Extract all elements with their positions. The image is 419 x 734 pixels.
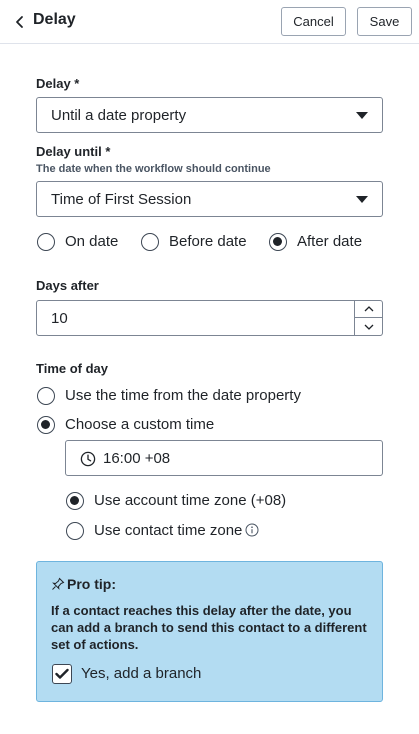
delay-type-select[interactable]: Until a date property	[36, 97, 383, 133]
delay-label: Delay *	[36, 76, 80, 91]
delay-until-description: The date when the workflow should contin…	[36, 163, 271, 175]
radio-contact-timezone[interactable]	[66, 522, 84, 540]
radio-custom-time-label: Choose a custom time	[65, 416, 215, 433]
radio-before-date-label: Before date	[169, 233, 247, 250]
increment-chevron-up-icon[interactable]	[355, 301, 382, 318]
delay-until-value: Time of First Session	[51, 191, 192, 208]
radio-on-date-label: On date	[65, 233, 119, 250]
radio-contact-timezone-row: Use contact time zone	[94, 522, 259, 539]
decrement-chevron-down-icon[interactable]	[355, 318, 382, 335]
caret-down-icon	[356, 112, 368, 119]
save-button[interactable]: Save	[357, 7, 412, 36]
checkmark-icon	[55, 668, 69, 679]
delay-until-select[interactable]: Time of First Session	[36, 181, 383, 217]
clock-icon	[80, 451, 96, 467]
time-of-day-label: Time of day	[36, 361, 109, 376]
days-after-label: Days after	[36, 278, 99, 293]
pro-tip-body: If a contact reaches this delay after th…	[51, 603, 367, 652]
pro-tip-box: Pro tip: If a contact reaches this delay…	[36, 561, 383, 702]
days-stepper	[354, 301, 382, 335]
radio-contact-timezone-label: Use contact time zone	[94, 522, 243, 539]
caret-down-icon	[356, 196, 368, 203]
radio-use-date-property-time[interactable]	[37, 387, 55, 405]
radio-custom-time[interactable]	[37, 416, 55, 434]
radio-before-date[interactable]	[141, 233, 159, 251]
add-branch-label: Yes, add a branch	[81, 665, 202, 682]
panel-header: Delay Cancel Save	[0, 0, 419, 44]
delay-until-label: Delay until *	[36, 144, 111, 159]
radio-use-date-property-time-label: Use the time from the date property	[65, 387, 301, 404]
days-after-value: 10	[51, 310, 68, 327]
radio-after-date[interactable]	[269, 233, 287, 251]
delay-type-value: Until a date property	[51, 107, 187, 124]
back-chevron-icon[interactable]	[10, 12, 30, 32]
cancel-button[interactable]: Cancel	[281, 7, 346, 36]
pro-tip-title: Pro tip:	[67, 576, 116, 592]
info-icon[interactable]	[245, 523, 259, 537]
radio-after-date-label: After date	[297, 233, 363, 250]
custom-time-input[interactable]: 16:00 +08	[65, 440, 383, 476]
days-after-input[interactable]: 10	[36, 300, 383, 336]
pin-icon	[51, 577, 65, 591]
add-branch-checkbox[interactable]	[52, 664, 72, 684]
custom-time-value: 16:00 +08	[103, 450, 171, 467]
panel-title: Delay	[33, 11, 76, 28]
radio-on-date[interactable]	[37, 233, 55, 251]
radio-account-timezone[interactable]	[66, 492, 84, 510]
radio-account-timezone-label: Use account time zone (+08)	[94, 492, 287, 509]
